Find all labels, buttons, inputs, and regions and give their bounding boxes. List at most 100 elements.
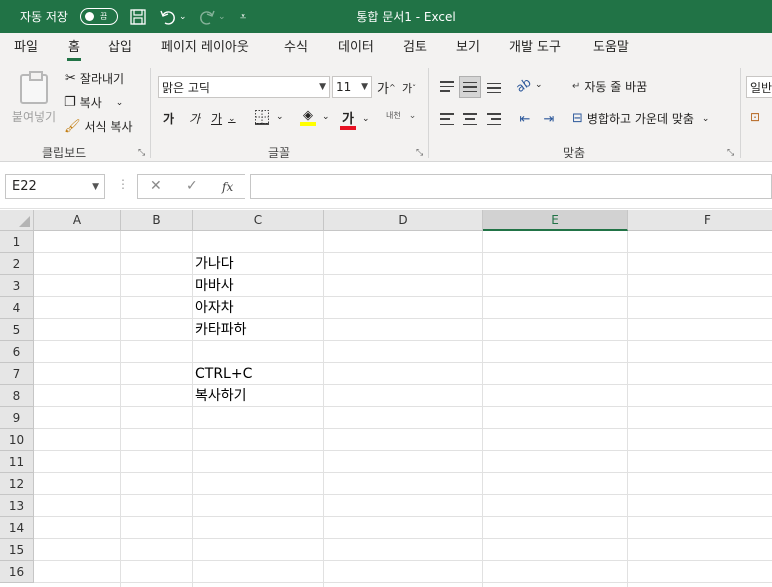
column-header-d[interactable]: D <box>324 210 483 231</box>
phonetic-guide-button[interactable]: 내천 ⌄ <box>386 110 416 121</box>
row-header[interactable]: 10 <box>0 429 34 451</box>
wrap-text-icon: ↵ <box>572 81 581 92</box>
row-header[interactable]: 7 <box>0 363 34 385</box>
insert-function-icon[interactable]: fx <box>222 180 233 194</box>
tab-help[interactable]: 도움말 <box>593 33 629 62</box>
row-header[interactable]: 9 <box>0 407 34 429</box>
gridline <box>482 231 483 587</box>
select-all-button[interactable] <box>0 210 34 231</box>
tab-formulas[interactable]: 수식 <box>284 33 308 62</box>
copy-button[interactable]: ❐ 복사 ⌄ <box>64 94 123 111</box>
row-header[interactable]: 11 <box>0 451 34 473</box>
align-bottom-button[interactable] <box>483 76 505 98</box>
row-header[interactable]: 15 <box>0 539 34 561</box>
tab-developer[interactable]: 개발 도구 <box>509 33 561 62</box>
cell-c4[interactable]: 아자차 <box>195 297 234 319</box>
chevron-down-icon: ▼ <box>361 82 368 92</box>
drag-handle-icon[interactable]: ⋮ <box>117 177 129 191</box>
bold-glyph: 가 <box>163 112 175 126</box>
font-launcher-icon[interactable]: ⤡ <box>416 148 423 158</box>
merge-center-button[interactable]: ⊟ 병합하고 가운데 맞춤 ⌄ <box>572 110 709 127</box>
fill-bucket-icon: ◈ <box>300 108 316 126</box>
enter-icon[interactable]: ✓ <box>186 178 198 194</box>
row-header[interactable]: 8 <box>0 385 34 407</box>
gridline <box>34 516 772 517</box>
fill-color-button[interactable]: ◈ ⌄ <box>300 108 330 126</box>
tab-home[interactable]: 홈 <box>67 33 81 62</box>
font-color-icon: 가 <box>340 108 356 130</box>
row-header[interactable]: 12 <box>0 473 34 495</box>
cut-button[interactable]: ✂ 잘라내기 <box>65 70 124 87</box>
decrease-font-size-button[interactable]: 가ˇ <box>402 80 416 96</box>
align-center-button[interactable] <box>459 108 481 130</box>
increase-font-size-button[interactable]: 가 ^ <box>377 78 396 97</box>
cell-c2[interactable]: 가나다 <box>195 253 234 275</box>
tab-review[interactable]: 검토 <box>403 33 427 62</box>
cell-c5[interactable]: 카타파하 <box>195 319 247 341</box>
row-header[interactable]: 2 <box>0 253 34 275</box>
group-divider <box>428 68 429 158</box>
column-header-b[interactable]: B <box>121 210 193 231</box>
column-header-e[interactable]: E <box>483 210 628 231</box>
title-bar: 자동 저장 끔 ⌄ ⌄ ⩡ 통합 문서1 - Excel <box>0 0 772 33</box>
gridline <box>34 406 772 407</box>
grow-font-glyph: 가 <box>377 82 389 97</box>
row-header[interactable]: 1 <box>0 231 34 253</box>
align-center-icon <box>463 113 477 125</box>
name-box[interactable]: E22 ▼ <box>5 174 105 199</box>
column-header-a[interactable]: A <box>34 210 121 231</box>
tab-insert[interactable]: 삽입 <box>108 33 132 62</box>
row-header[interactable]: 3 <box>0 275 34 297</box>
ribbon-tabs: 파일 홈 삽입 페이지 레이아웃 수식 데이터 검토 보기 개발 도구 도움말 <box>0 33 772 62</box>
font-color-button[interactable]: 가 ⌄ <box>340 108 370 130</box>
gridline <box>192 231 193 587</box>
gridline <box>34 340 772 341</box>
row-header[interactable]: 5 <box>0 319 34 341</box>
font-name-dropdown[interactable]: 맑은 고딕 ▼ <box>158 76 330 98</box>
align-top-button[interactable] <box>436 76 458 98</box>
formula-buttons: ✕ ✓ fx <box>137 174 245 199</box>
orientation-button[interactable]: ab ⌄ <box>513 75 542 95</box>
increase-indent-button[interactable]: ⇥ <box>538 108 560 130</box>
gridline <box>34 318 772 319</box>
number-format-dropdown[interactable]: 일반 <box>746 76 772 98</box>
align-middle-icon <box>463 81 477 93</box>
tab-view[interactable]: 보기 <box>456 33 480 62</box>
group-divider <box>150 68 151 158</box>
cancel-icon[interactable]: ✕ <box>150 178 162 194</box>
paste-button[interactable]: 붙여넣기 <box>10 70 58 130</box>
tab-file[interactable]: 파일 <box>14 33 38 62</box>
underline-button[interactable]: 가 ⌄ <box>211 110 236 127</box>
tab-data[interactable]: 데이터 <box>338 33 374 62</box>
column-header-f[interactable]: F <box>628 210 772 231</box>
align-left-button[interactable] <box>436 108 458 130</box>
align-middle-button[interactable] <box>459 76 481 98</box>
align-right-button[interactable] <box>483 108 505 130</box>
cell-c7[interactable]: CTRL+C <box>195 363 252 385</box>
align-top-icon <box>440 81 454 93</box>
column-header-c[interactable]: C <box>193 210 324 231</box>
font-size-dropdown[interactable]: 11 ▼ <box>332 76 372 98</box>
row-header[interactable]: 13 <box>0 495 34 517</box>
gridline <box>627 231 628 587</box>
italic-button[interactable]: 가 <box>189 110 200 127</box>
row-header[interactable]: 16 <box>0 561 34 583</box>
alignment-launcher-icon[interactable]: ⤡ <box>727 148 734 158</box>
copy-icon: ❐ <box>64 95 76 110</box>
bold-button[interactable]: 가 <box>163 110 174 127</box>
row-header[interactable]: 4 <box>0 297 34 319</box>
row-header[interactable]: 14 <box>0 517 34 539</box>
clipboard-launcher-icon[interactable]: ⤡ <box>138 148 145 158</box>
group-divider <box>740 68 741 158</box>
accounting-format-icon[interactable]: ⊡ <box>750 110 760 124</box>
cell-c8[interactable]: 복사하기 <box>195 385 247 407</box>
clipboard-icon <box>20 71 48 104</box>
formula-input[interactable] <box>250 174 772 199</box>
cell-c3[interactable]: 마바사 <box>195 275 234 297</box>
wrap-text-button[interactable]: ↵ 자동 줄 바꿈 <box>572 78 647 95</box>
tab-page-layout[interactable]: 페이지 레이아웃 <box>161 33 249 62</box>
decrease-indent-button[interactable]: ⇤ <box>514 108 536 130</box>
format-painter-button[interactable]: 🖌 서식 복사 <box>64 118 133 135</box>
row-header[interactable]: 6 <box>0 341 34 363</box>
borders-button[interactable]: ⌄ <box>254 109 284 125</box>
